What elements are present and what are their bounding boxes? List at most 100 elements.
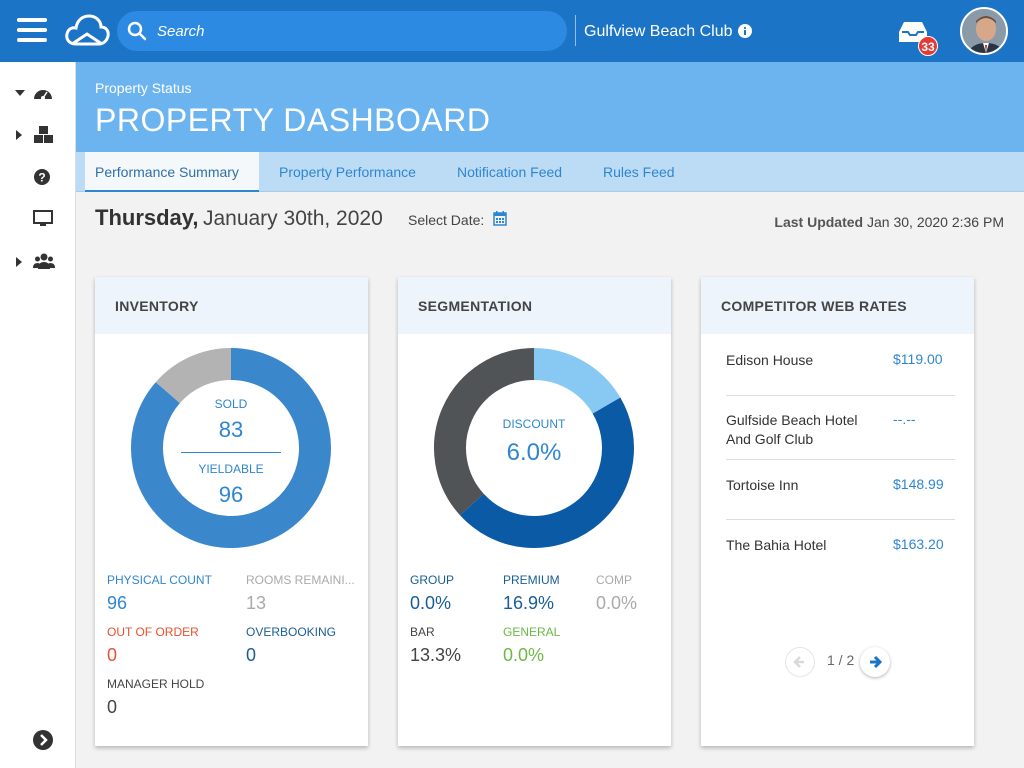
current-date: Thursday, January 30th, 2020 — [95, 205, 383, 231]
last-updated: Last Updated Jan 30, 2020 2:36 PM — [774, 214, 1004, 230]
inventory-donut-center: SOLD 83 YIELDABLE 96 — [181, 397, 281, 508]
segmentation-stat-bar: BAR 13.3% — [410, 625, 461, 666]
stat-label: OUT OF ORDER — [107, 625, 199, 639]
competitor-name: Edison House — [726, 352, 814, 368]
divider — [575, 15, 576, 46]
stat-value: 0.0% — [410, 593, 452, 613]
search-icon — [127, 21, 147, 41]
segmentation-stat-general: GENERAL 0.0% — [503, 625, 560, 666]
stat-value: 13 — [246, 593, 267, 613]
menu-icon[interactable] — [17, 18, 47, 44]
stat-label: BAR — [410, 625, 435, 639]
tab-property-performance[interactable]: Property Performance — [269, 152, 426, 192]
last-updated-value: Jan 30, 2020 2:36 PM — [867, 214, 1004, 230]
stat-value: 16.9% — [503, 593, 555, 613]
center-divider — [181, 452, 281, 453]
segmentation-stat-premium: PREMIUM 16.9% — [503, 573, 560, 614]
stat-label: PREMIUM — [503, 573, 560, 587]
segmentation-stat-group: GROUP 0.0% — [410, 573, 454, 614]
cubes-icon — [34, 126, 53, 143]
last-updated-label: Last Updated — [774, 214, 864, 230]
search-box[interactable] — [117, 11, 567, 51]
discount-label: DISCOUNT — [502, 417, 566, 431]
sold-label: SOLD — [214, 397, 248, 411]
inventory-stat-out-of-order: OUT OF ORDER 0 — [107, 625, 199, 666]
competitor-row[interactable]: Gulfside Beach Hotel And Golf Club --.-- — [726, 396, 955, 460]
page-header: Property Status PROPERTY DASHBOARD — [76, 62, 1024, 152]
yieldable-value: 96 — [218, 482, 244, 507]
top-bar: Gulfview Beach Club 33 — [0, 0, 1024, 62]
discount-value: 6.0% — [506, 439, 562, 466]
inventory-stat-overbooking: OVERBOOKING 0 — [246, 625, 336, 666]
expand-sidebar-button[interactable] — [33, 730, 53, 750]
caret-right-icon — [16, 257, 22, 267]
sidebar-item-dashboard[interactable] — [0, 74, 76, 114]
tab-notification-feed[interactable]: Notification Feed — [447, 152, 572, 192]
segmentation-card-title: SEGMENTATION — [398, 277, 671, 334]
previous-page-button[interactable] — [785, 647, 815, 677]
competitor-name: Tortoise Inn — [726, 477, 799, 493]
competitor-row[interactable]: The Bahia Hotel $163.20 — [726, 520, 955, 580]
stat-value: 0 — [107, 697, 118, 717]
competitor-card-title: COMPETITOR WEB RATES — [701, 277, 974, 334]
inventory-stat-physical-count: PHYSICAL COUNT 96 — [107, 573, 212, 614]
segmentation-slice-discount — [533, 348, 621, 415]
competitor-price: $163.20 — [893, 536, 944, 552]
next-page-button[interactable] — [860, 647, 890, 677]
dashboard-gauge-icon — [34, 90, 52, 100]
stat-label: GROUP — [410, 573, 455, 587]
segmentation-card: SEGMENTATION DISCOUNT 6.0% GROUP 0.0% PREM… — [398, 277, 671, 746]
arrow-left-icon — [793, 656, 804, 668]
inventory-card: INVENTORY SOLD 83 YIELDABLE 96 PHYSICAL … — [95, 277, 368, 746]
inventory-stat-manager-hold: MANAGER HOLD 0 — [107, 677, 204, 718]
stat-value: 13.3% — [410, 645, 462, 665]
competitor-card: COMPETITOR WEB RATES Edison House $119.0… — [701, 277, 974, 746]
cloud-logo-icon[interactable] — [64, 12, 110, 48]
property-name[interactable]: Gulfview Beach Club — [584, 23, 733, 41]
svg-text:?: ? — [38, 171, 45, 185]
user-avatar[interactable] — [960, 7, 1008, 55]
arrow-right-icon — [870, 655, 883, 669]
search-input[interactable] — [157, 11, 557, 51]
yieldable-label: YIELDABLE — [198, 462, 264, 476]
stat-value: 0 — [246, 645, 257, 665]
tab-bar: Performance Summary Property Performance… — [76, 152, 1024, 192]
select-date-label: Select Date: — [408, 212, 485, 228]
sidebar-item-inventory[interactable] — [0, 115, 76, 155]
sidebar-item-monitor[interactable] — [0, 200, 76, 240]
page-title: PROPERTY DASHBOARD — [95, 102, 491, 138]
competitor-row[interactable]: Tortoise Inn $148.99 — [726, 460, 955, 520]
tab-rules-feed[interactable]: Rules Feed — [593, 152, 685, 192]
sidebar: ? — [0, 62, 76, 768]
sidebar-item-help[interactable]: ? — [0, 158, 76, 198]
tab-performance-summary[interactable]: Performance Summary — [85, 152, 259, 192]
date-text: January 30th, 2020 — [202, 207, 383, 230]
sidebar-item-users[interactable] — [0, 242, 76, 282]
stat-value: 0.0% — [596, 593, 638, 613]
competitor-name: Gulfside Beach Hotel And Golf Club — [726, 412, 858, 447]
stat-label: ROOMS REMAINI... — [246, 573, 355, 587]
stat-value: 0 — [107, 645, 118, 665]
segmentation-stat-comp: COMP 0.0% — [596, 573, 637, 614]
inventory-card-title: INVENTORY — [95, 277, 368, 334]
stat-value: 0.0% — [503, 645, 545, 665]
users-icon — [33, 253, 55, 269]
chevron-right-icon — [40, 734, 48, 746]
competitor-price: $148.99 — [893, 476, 944, 492]
page-subtitle: Property Status — [95, 80, 192, 96]
stat-label: COMP — [596, 573, 632, 587]
calendar-icon[interactable] — [493, 211, 507, 226]
caret-right-icon — [16, 130, 22, 140]
page-indicator: 1 / 2 — [827, 652, 855, 668]
caret-down-icon — [15, 90, 25, 96]
stat-label: MANAGER HOLD — [107, 677, 205, 691]
monitor-icon — [33, 210, 53, 226]
competitor-price: --.-- — [893, 411, 916, 427]
stat-value: 96 — [107, 593, 128, 613]
inventory-stat-rooms-remaini: ROOMS REMAINI... 13 — [246, 573, 355, 614]
competitor-row[interactable]: Edison House $119.00 — [726, 334, 955, 396]
competitor-price: $119.00 — [893, 351, 943, 367]
info-icon[interactable] — [738, 24, 752, 38]
competitor-name: The Bahia Hotel — [726, 537, 827, 553]
question-icon: ? — [34, 169, 50, 185]
